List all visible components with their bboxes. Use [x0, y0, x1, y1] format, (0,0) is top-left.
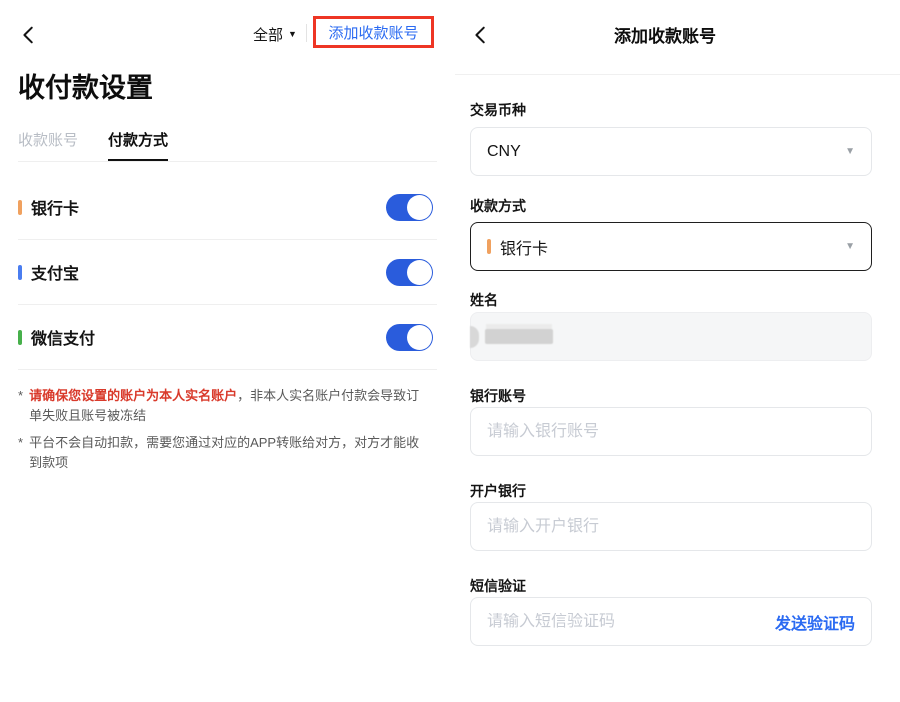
- sms-label: 短信验证: [470, 576, 526, 596]
- tab-payment-method[interactable]: 付款方式: [108, 129, 168, 162]
- currency-select[interactable]: CNY ▼: [470, 127, 872, 176]
- redacted-name: [487, 326, 553, 348]
- chevron-down-icon: ▼: [845, 147, 855, 157]
- divider: [18, 239, 437, 240]
- payment-method-label: 银行卡: [31, 195, 79, 219]
- note-rest: 平台不会自动扣款，需要您通过对应的APP转账给对方，对方才能收到款项: [29, 435, 419, 470]
- tabs: 收款账号 付款方式: [18, 129, 168, 162]
- currency-value: CNY: [487, 143, 521, 161]
- divider: [18, 369, 437, 370]
- note-highlight: 请确保您设置的账户为本人实名账户: [29, 388, 237, 403]
- wechat-marker-icon: [18, 330, 22, 345]
- payment-method-label: 支付宝: [31, 260, 79, 284]
- note-asterisk: *: [18, 386, 23, 426]
- name-field: [470, 312, 872, 361]
- payment-method-row-alipay: 支付宝: [18, 246, 433, 298]
- screen-title: 添加收款账号: [455, 22, 875, 47]
- back-chevron-icon: [18, 33, 40, 50]
- bank-card-marker-icon: [487, 239, 491, 254]
- add-account-label: 添加收款账号: [328, 22, 418, 43]
- toggle-knob: [407, 325, 432, 350]
- payment-method-label: 微信支付: [31, 325, 95, 349]
- sms-code-input[interactable]: [487, 613, 775, 631]
- alipay-toggle[interactable]: [386, 259, 433, 286]
- method-value: 银行卡: [500, 235, 548, 259]
- payment-method-row-bank-card: 银行卡: [18, 181, 433, 233]
- bank-branch-input[interactable]: [470, 502, 872, 551]
- sms-field: 发送验证码: [470, 597, 872, 646]
- add-account-button[interactable]: 添加收款账号: [313, 16, 434, 48]
- back-button[interactable]: [18, 24, 40, 46]
- page-title: 收付款设置: [18, 66, 153, 105]
- method-select[interactable]: 银行卡 ▼: [470, 222, 872, 271]
- filter-dropdown[interactable]: 全部 ▼: [253, 24, 297, 45]
- send-code-button[interactable]: 发送验证码: [775, 610, 855, 634]
- bank-account-label: 银行账号: [470, 386, 526, 406]
- bank-account-input[interactable]: [470, 407, 872, 456]
- payment-settings-screen: 全部 ▼ 添加收款账号 收付款设置 收款账号 付款方式 银行卡 支付宝 微信支付: [0, 0, 455, 702]
- toggle-knob: [407, 260, 432, 285]
- alipay-marker-icon: [18, 265, 22, 280]
- divider: [18, 304, 437, 305]
- caret-down-icon: ▼: [288, 30, 297, 39]
- bank-card-marker-icon: [18, 200, 22, 215]
- note-asterisk: *: [18, 433, 23, 473]
- tab-receive-account[interactable]: 收款账号: [18, 129, 78, 162]
- redacted-fragment: [485, 329, 553, 344]
- redacted-fragment: [470, 326, 479, 348]
- name-label: 姓名: [470, 290, 498, 310]
- bank-branch-label: 开户银行: [470, 481, 526, 501]
- note-real-name: * 请确保您设置的账户为本人实名账户，非本人实名账户付款会导致订单失败且账号被冻…: [18, 386, 432, 426]
- header-separator: [306, 24, 307, 42]
- bank-card-toggle[interactable]: [386, 194, 433, 221]
- filter-label: 全部: [253, 24, 283, 45]
- payment-method-row-wechat: 微信支付: [18, 311, 433, 363]
- wechat-toggle[interactable]: [386, 324, 433, 351]
- toggle-knob: [407, 195, 432, 220]
- add-account-screen: 添加收款账号 交易币种 CNY ▼ 收款方式 银行卡 ▼ 姓名 银行账号 开户银…: [455, 0, 900, 702]
- divider: [455, 74, 900, 75]
- note-no-auto-deduct: * 平台不会自动扣款，需要您通过对应的APP转账给对方，对方才能收到款项: [18, 433, 432, 473]
- currency-label: 交易币种: [470, 100, 526, 120]
- chevron-down-icon: ▼: [845, 242, 855, 252]
- method-label: 收款方式: [470, 196, 526, 216]
- divider: [18, 161, 437, 162]
